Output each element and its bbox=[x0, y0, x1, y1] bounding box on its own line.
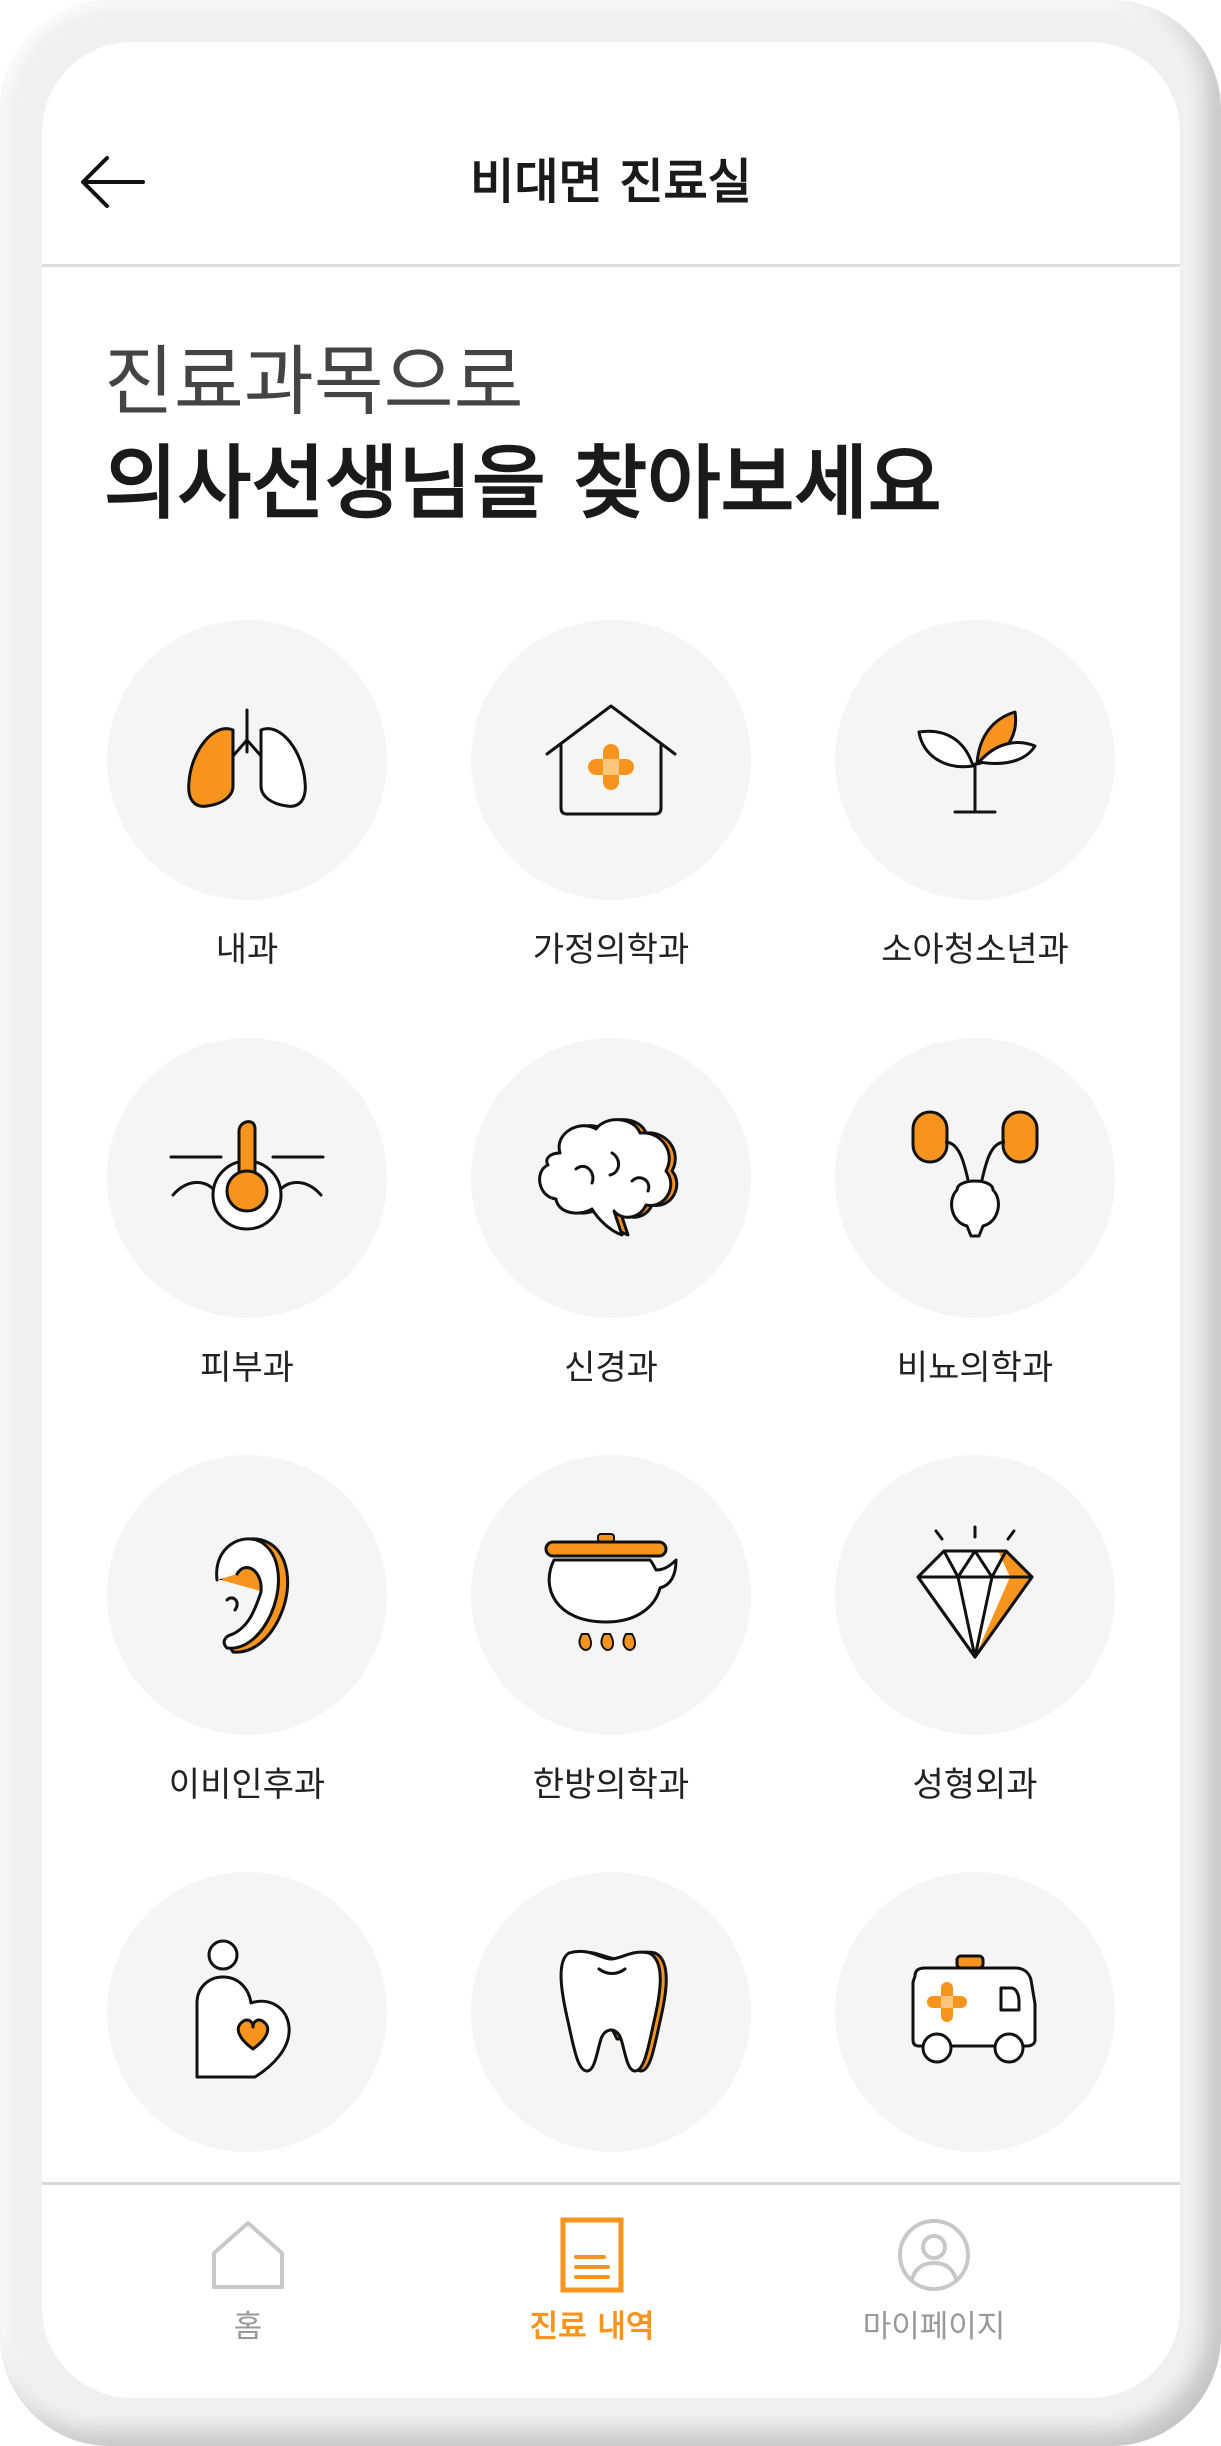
department-icon-circle bbox=[835, 620, 1115, 900]
department-icon-circle bbox=[471, 1455, 751, 1735]
department-family-medicine[interactable]: 가정의학과 bbox=[461, 620, 761, 974]
department-dentistry[interactable] bbox=[461, 1872, 761, 2178]
department-label: 한방의학과 bbox=[532, 1765, 690, 1805]
brain-icon bbox=[538, 1118, 679, 1237]
department-obstetrics[interactable] bbox=[97, 1872, 397, 2178]
nav-home[interactable]: 홈 bbox=[148, 2215, 348, 2347]
hair-follicle-icon bbox=[169, 1120, 325, 1231]
department-plastic-surgery[interactable]: 성형외과 bbox=[825, 1455, 1125, 1809]
house-cross-icon bbox=[545, 704, 677, 816]
department-icon-circle bbox=[471, 620, 751, 900]
department-label: 가정의학과 bbox=[532, 930, 690, 970]
page-title: 비대면 진료실 bbox=[470, 154, 752, 210]
kidneys-icon bbox=[911, 1110, 1039, 1238]
department-label: 내과 bbox=[215, 930, 279, 970]
home-icon bbox=[212, 2221, 284, 2289]
diamond-icon bbox=[916, 1525, 1034, 1659]
department-icon-circle bbox=[835, 1038, 1115, 1318]
nav-history-label: 진료 내역 bbox=[529, 2309, 655, 2345]
department-oriental-medicine[interactable]: 한방의학과 bbox=[461, 1455, 761, 1809]
department-label: 소아청소년과 bbox=[881, 930, 1069, 970]
nav-mypage-label: 마이페이지 bbox=[862, 2309, 1006, 2345]
nav-home-label: 홈 bbox=[233, 2309, 263, 2345]
heading-line-2: 의사선생님을 찾아보세요 bbox=[104, 437, 942, 530]
nav-mypage[interactable]: 마이페이지 bbox=[834, 2215, 1034, 2347]
herbal-pot-icon bbox=[544, 1533, 678, 1652]
nav-mypage-icon-wrap bbox=[894, 2215, 974, 2295]
department-label: 이비인후과 bbox=[168, 1765, 326, 1805]
profile-icon bbox=[898, 2219, 970, 2291]
bottom-nav: 홈 진료 내역 마이페이지 bbox=[42, 2182, 1180, 2398]
nav-history-icon-wrap bbox=[552, 2215, 632, 2295]
department-grid: 내과 가정의학과 소아청소년과 피부과 신경과 비뇨의학과 이비인후과 한방의학… bbox=[42, 620, 1180, 2220]
ambulance-icon bbox=[911, 1954, 1037, 2064]
department-label: 성형외과 bbox=[912, 1765, 1038, 1805]
department-label: 신경과 bbox=[564, 1348, 658, 1388]
department-icon-circle bbox=[107, 1038, 387, 1318]
department-emergency[interactable] bbox=[825, 1872, 1125, 2178]
department-neurology[interactable]: 신경과 bbox=[461, 1038, 761, 1392]
lungs-icon bbox=[187, 708, 307, 808]
department-label: 피부과 bbox=[200, 1348, 294, 1388]
department-icon-circle bbox=[107, 1872, 387, 2152]
nav-home-icon-wrap bbox=[208, 2215, 288, 2295]
pregnancy-icon bbox=[195, 1939, 291, 2079]
sprout-icon bbox=[917, 710, 1037, 814]
department-icon-circle bbox=[835, 1455, 1115, 1735]
app-screen: 비대면 진료실 진료과목으로 의사선생님을 찾아보세요 내과 가정의학과 소아청… bbox=[42, 42, 1180, 2398]
department-icon-circle bbox=[107, 620, 387, 900]
section-heading: 진료과목으로 의사선생님을 찾아보세요 bbox=[104, 332, 1104, 536]
department-icon-circle bbox=[471, 1872, 751, 2152]
department-icon-circle bbox=[835, 1872, 1115, 2152]
department-icon-circle bbox=[471, 1038, 751, 1318]
tooth-icon bbox=[559, 1949, 668, 2073]
department-internal-medicine[interactable]: 내과 bbox=[97, 620, 397, 974]
nav-history[interactable]: 진료 내역 bbox=[492, 2215, 692, 2347]
device-frame: 비대면 진료실 진료과목으로 의사선생님을 찾아보세요 내과 가정의학과 소아청… bbox=[0, 0, 1221, 2446]
department-icon-circle bbox=[107, 1455, 387, 1735]
ear-icon bbox=[215, 1537, 290, 1654]
department-urology[interactable]: 비뇨의학과 bbox=[825, 1038, 1125, 1392]
department-ent[interactable]: 이비인후과 bbox=[97, 1455, 397, 1809]
top-bar: 비대면 진료실 bbox=[42, 42, 1180, 267]
heading-line-1: 진료과목으로 bbox=[104, 337, 524, 426]
department-label: 비뇨의학과 bbox=[896, 1348, 1054, 1388]
department-dermatology[interactable]: 피부과 bbox=[97, 1038, 397, 1392]
document-list-icon bbox=[560, 2217, 624, 2293]
department-pediatrics[interactable]: 소아청소년과 bbox=[825, 620, 1125, 974]
